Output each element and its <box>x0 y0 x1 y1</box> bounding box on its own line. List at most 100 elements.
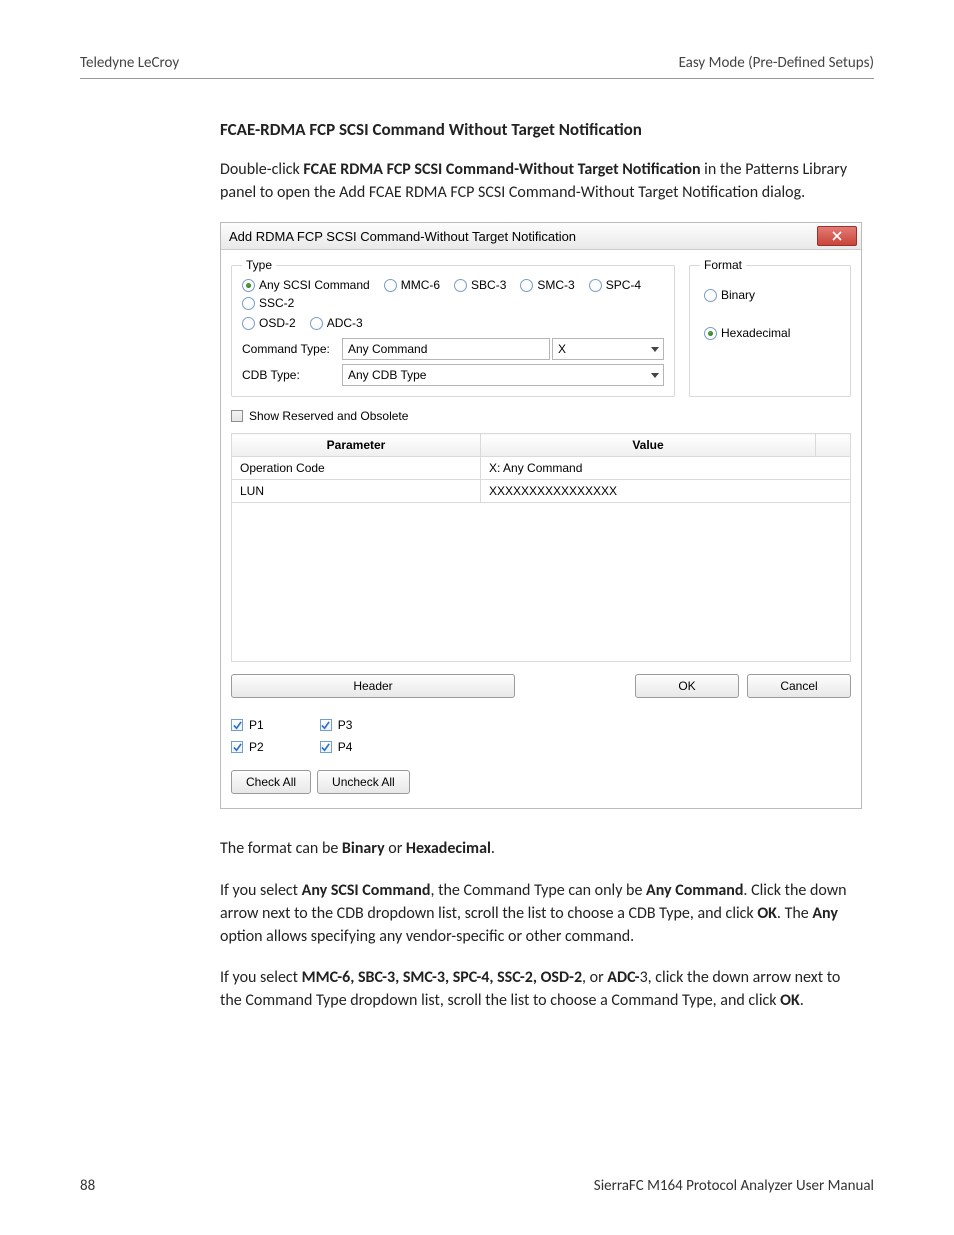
show-reserved-checkbox[interactable]: Show Reserved and Obsolete <box>231 409 408 423</box>
radio-icon <box>454 279 467 292</box>
text-bold: OK <box>757 904 777 923</box>
cell-parameter: LUN <box>232 480 481 503</box>
radio-icon <box>384 279 397 292</box>
button-label: Header <box>353 679 392 693</box>
command-type-code: X <box>553 342 647 356</box>
radio-icon <box>589 279 602 292</box>
cdb-type-value: Any CDB Type <box>343 368 647 382</box>
radio-label: SPC-4 <box>606 278 641 292</box>
radio-icon <box>242 279 255 292</box>
command-type-input[interactable]: Any Command <box>342 338 550 360</box>
command-type-code-combo[interactable]: X <box>552 338 664 360</box>
type-radio-row1: Any SCSI Command MMC-6 SBC-3 SMC-3 SPC-4 SSC-… <box>242 278 664 310</box>
ports-row: P1 P2 P3 P4 <box>231 718 851 754</box>
radio-binary[interactable]: Binary <box>704 288 836 302</box>
port-label: P2 <box>249 740 264 754</box>
paragraph-any-scsi: If you select Any SCSI Command, the Comm… <box>220 879 858 949</box>
checkbox-icon <box>320 741 332 753</box>
checkbox-icon <box>231 410 243 422</box>
check-all-button[interactable]: Check All <box>231 770 311 794</box>
row-command-type: Command Type: Any Command X <box>242 338 664 360</box>
cancel-button[interactable]: Cancel <box>747 674 851 698</box>
radio-mmc-6[interactable]: MMC-6 <box>384 278 440 292</box>
page-header: Teledyne LeCroy Easy Mode (Pre-Defined S… <box>80 54 874 79</box>
radio-icon <box>520 279 533 292</box>
port-checkbox-p3[interactable]: P3 <box>320 718 353 732</box>
uncheck-all-button[interactable]: Uncheck All <box>317 770 410 794</box>
text: . <box>491 839 495 858</box>
chevron-down-icon <box>647 365 663 385</box>
text-bold: Hexadecimal <box>406 839 491 858</box>
table-row[interactable]: Operation CodeX: Any Command <box>232 457 851 480</box>
label-cdb-type: CDB Type: <box>242 368 334 382</box>
table-empty-area <box>231 503 851 662</box>
radio-osd-2[interactable]: OSD-2 <box>242 316 296 330</box>
cdb-type-combo[interactable]: Any CDB Type <box>342 364 664 386</box>
ok-button[interactable]: OK <box>635 674 739 698</box>
type-radio-row2: OSD-2 ADC-3 <box>242 316 664 330</box>
row-cdb-type: CDB Type: Any CDB Type <box>242 364 664 386</box>
table-row[interactable]: LUNXXXXXXXXXXXXXXXX <box>232 480 851 503</box>
header-button[interactable]: Header <box>231 674 515 698</box>
radio-hexadecimal[interactable]: Hexadecimal <box>704 326 836 340</box>
text: . The <box>777 904 812 923</box>
text: 3 <box>640 968 648 987</box>
text-bold: Any Command <box>646 881 743 900</box>
format-fieldset: Format BinaryHexadecimal <box>689 258 851 397</box>
radio-icon <box>242 297 255 310</box>
radio-label: OSD-2 <box>259 316 296 330</box>
header-left: Teledyne LeCroy <box>80 54 179 72</box>
button-label: Check All <box>246 775 296 789</box>
button-label: OK <box>678 679 695 693</box>
radio-spc-4[interactable]: SPC-4 <box>589 278 641 292</box>
paragraph-other-types: If you select MMC-6, SBC-3, SMC-3, SPC-4… <box>220 966 858 1012</box>
port-label: P1 <box>249 718 264 732</box>
text: , the Command Type can only be <box>430 881 646 900</box>
manual-title: SierraFC M164 Protocol Analyzer User Man… <box>594 1177 874 1195</box>
radio-smc-3[interactable]: SMC-3 <box>520 278 574 292</box>
text: If you select <box>220 968 302 987</box>
radio-adc-3[interactable]: ADC-3 <box>310 316 363 330</box>
dialog-titlebar: Add RDMA FCP SCSI Command-Without Target… <box>221 223 861 250</box>
col-value: Value <box>481 434 816 457</box>
port-checkbox-p4[interactable]: P4 <box>320 740 353 754</box>
text-bold: Any <box>812 904 838 923</box>
radio-sbc-3[interactable]: SBC-3 <box>454 278 506 292</box>
radio-icon <box>704 289 717 302</box>
radio-any-scsi-command[interactable]: Any SCSI Command <box>242 278 370 292</box>
text-bold: ADC- <box>607 968 639 987</box>
close-button[interactable] <box>817 226 857 246</box>
radio-label: Any SCSI Command <box>259 278 370 292</box>
cell-parameter: Operation Code <box>232 457 481 480</box>
port-label: P3 <box>338 718 353 732</box>
chevron-down-icon <box>647 339 663 359</box>
page-number: 88 <box>80 1177 95 1195</box>
port-checkbox-p1[interactable]: P1 <box>231 718 264 732</box>
radio-label: Hexadecimal <box>721 326 790 340</box>
radio-ssc-2[interactable]: SSC-2 <box>242 296 294 310</box>
radio-label: Binary <box>721 288 755 302</box>
col-scroll <box>816 434 851 457</box>
checkbox-icon <box>231 741 243 753</box>
label-command-type: Command Type: <box>242 342 334 356</box>
text: The format can be <box>220 839 342 858</box>
format-options: Binary Hexadecimal <box>700 278 840 344</box>
page-footer: 88 SierraFC M164 Protocol Analyzer User … <box>80 1177 874 1195</box>
type-legend: Type <box>242 258 276 272</box>
text: , or <box>582 968 607 987</box>
text: . <box>800 991 804 1010</box>
text: If you select <box>220 881 302 900</box>
radio-icon <box>704 327 717 340</box>
text-bold: Any SCSI Command <box>302 881 431 900</box>
button-label: Cancel <box>780 679 817 693</box>
checkbox-icon <box>320 719 332 731</box>
port-label: P4 <box>338 740 353 754</box>
text-bold: OK <box>780 991 800 1010</box>
radio-label: ADC-3 <box>327 316 363 330</box>
col-parameter: Parameter <box>232 434 481 457</box>
dialog-title-text: Add RDMA FCP SCSI Command-Without Target… <box>229 229 576 244</box>
radio-icon <box>242 317 255 330</box>
section-title: FCAE-RDMA FCP SCSI Command Without Targe… <box>220 119 858 140</box>
port-checkbox-p2[interactable]: P2 <box>231 740 264 754</box>
parameter-table: Parameter Value Operation CodeX: Any Com… <box>231 433 851 503</box>
